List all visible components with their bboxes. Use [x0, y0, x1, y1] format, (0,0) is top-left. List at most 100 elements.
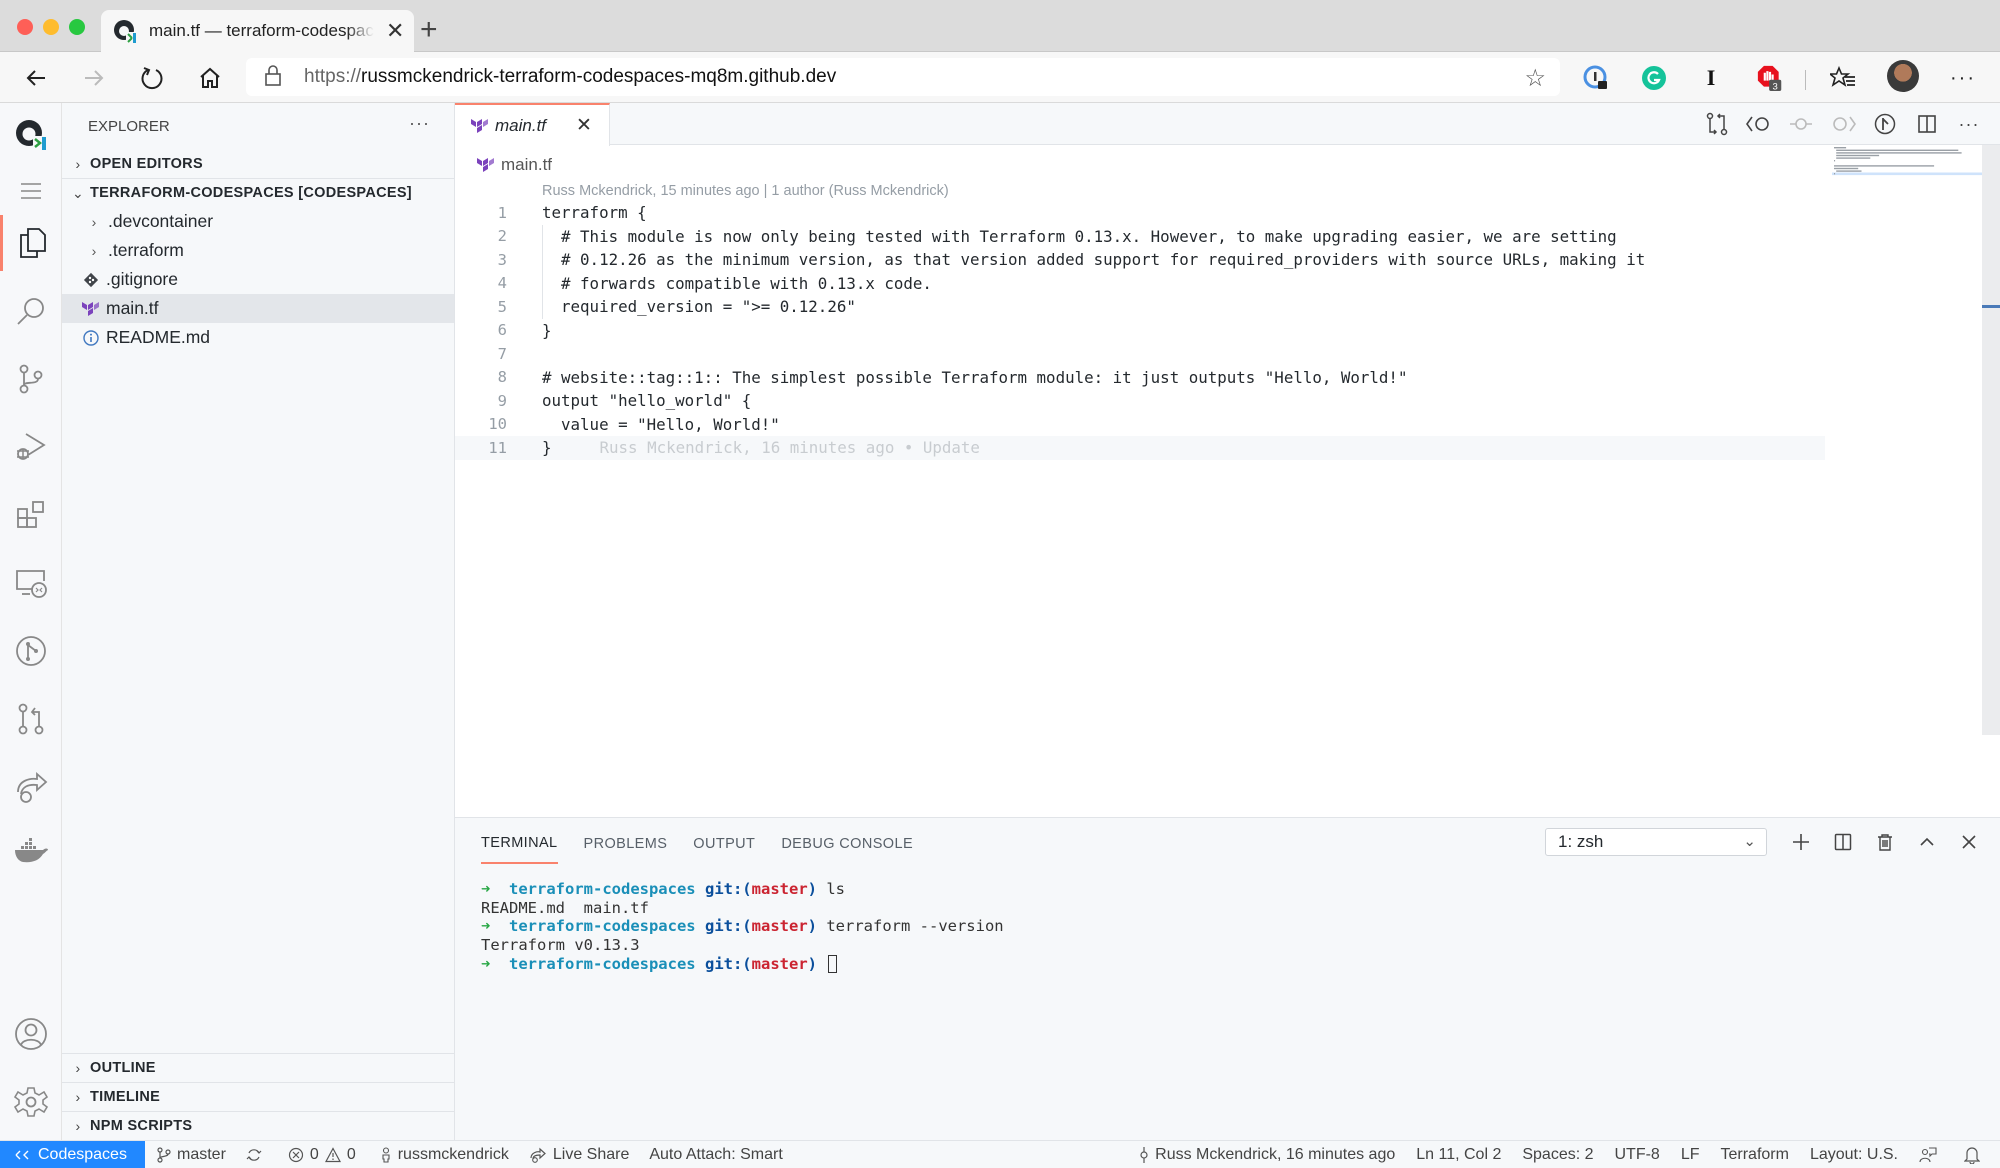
npm-scripts-section[interactable]: › NPM SCRIPTS [62, 1111, 454, 1140]
open-changes-icon[interactable] [1696, 111, 1738, 137]
breadcrumb-file[interactable]: main.tf [501, 155, 552, 175]
code-lines[interactable]: 1 terraform {2 # This module is now only … [455, 201, 1825, 460]
live-share-icon[interactable] [0, 759, 62, 815]
live-share-button[interactable]: Live Share [529, 1146, 629, 1164]
keyboard-layout[interactable]: Layout: U.S. [1810, 1146, 1898, 1164]
github-icon[interactable] [0, 623, 62, 679]
maximize-panel-button[interactable] [1906, 828, 1948, 856]
code-line[interactable]: 6} [455, 319, 1825, 343]
window-close-button[interactable] [17, 19, 33, 35]
lock-icon[interactable] [264, 64, 282, 91]
new-tab-button[interactable]: + [420, 13, 438, 47]
close-tab-icon[interactable]: ✕ [386, 18, 404, 44]
window-minimize-button[interactable] [43, 19, 59, 35]
home-button[interactable] [194, 62, 226, 94]
previous-revision-icon[interactable] [1738, 111, 1780, 137]
editor-tab-main-tf[interactable]: main.tf ✕ [455, 103, 610, 146]
back-button[interactable] [20, 62, 52, 94]
pull-requests-icon[interactable] [0, 691, 62, 747]
explorer-icon[interactable] [0, 215, 62, 271]
add-favorite-star-icon[interactable]: ☆ [1524, 64, 1546, 93]
code-line[interactable]: 3 # 0.12.26 as the minimum version, as t… [455, 248, 1825, 272]
code-line[interactable]: 1 terraform { [455, 201, 1825, 225]
problems-indicator[interactable]: 0 0 [288, 1146, 356, 1164]
tree-item-terraform-folder[interactable]: › .terraform [62, 236, 454, 265]
manage-gear-icon[interactable] [0, 1074, 62, 1130]
cursor-position[interactable]: Ln 11, Col 2 [1416, 1146, 1501, 1164]
kill-terminal-button[interactable] [1864, 828, 1906, 856]
tree-item-devcontainer[interactable]: › .devcontainer [62, 207, 454, 236]
source-control-icon[interactable] [0, 351, 62, 407]
code-line[interactable]: 11} Russ Mckendrick, 16 minutes ago • Upd… [455, 436, 1825, 460]
docker-icon[interactable] [0, 823, 62, 879]
editor-tab-bar: main.tf ✕ ··· [455, 103, 2000, 146]
tab-terminal[interactable]: TERMINAL [481, 832, 558, 864]
code-line[interactable]: 5 required_version = ">= 0.12.26" [455, 295, 1825, 319]
code-line[interactable]: 10 value = "Hello, World!" [455, 413, 1825, 437]
password-manager-icon[interactable] [1583, 65, 1609, 91]
close-editor-icon[interactable]: ✕ [576, 114, 592, 137]
editor-scrollbar[interactable] [1982, 145, 2000, 735]
tree-item-main-tf[interactable]: main.tf [62, 294, 454, 323]
extensions-icon[interactable] [0, 487, 62, 543]
notifications-button[interactable] [1964, 1146, 1986, 1164]
outline-section[interactable]: › OUTLINE [62, 1053, 454, 1082]
code-line[interactable]: 2 # This module is now only being tested… [455, 225, 1825, 249]
browser-menu-icon[interactable]: ··· [1950, 65, 1976, 91]
workspace-section[interactable]: ⌄ TERRAFORM-CODESPACES [CODESPACES] [62, 178, 454, 207]
new-terminal-button[interactable] [1780, 828, 1822, 856]
instapaper-icon[interactable]: I [1698, 65, 1724, 91]
adblock-icon[interactable]: 3 [1757, 65, 1783, 92]
terminal-output[interactable]: ➜ terraform-codespaces git:(master) ls RE… [481, 880, 1004, 973]
code-line[interactable]: 4 # forwards compatible with 0.13.x code… [455, 272, 1825, 296]
codespaces-logo-icon[interactable] [0, 107, 62, 163]
code-line[interactable]: 9 output "hello_world" { [455, 389, 1825, 413]
git-blame-codelens[interactable]: Russ Mckendrick, 15 minutes ago | 1 auth… [542, 183, 949, 199]
gitlens-icon[interactable] [1864, 111, 1906, 137]
window-maximize-button[interactable] [69, 19, 85, 35]
remote-explorer-icon[interactable] [0, 555, 62, 611]
minimap[interactable] [1832, 145, 1982, 245]
auto-attach-button[interactable]: Auto Attach: Smart [649, 1146, 782, 1164]
close-panel-button[interactable] [1948, 828, 1990, 856]
revision-icon[interactable] [1780, 111, 1822, 137]
forward-button[interactable] [78, 62, 110, 94]
end-of-line[interactable]: LF [1681, 1146, 1700, 1164]
more-actions-icon[interactable]: ··· [409, 113, 430, 134]
search-icon[interactable] [0, 283, 62, 339]
url-text[interactable]: https://russmckendrick-terraform-codespa… [304, 66, 836, 88]
grammarly-icon[interactable] [1641, 65, 1667, 91]
tab-output[interactable]: OUTPUT [693, 832, 755, 864]
github-user[interactable]: russmckendrick [380, 1146, 509, 1164]
next-revision-icon[interactable] [1822, 111, 1864, 137]
tab-problems[interactable]: PROBLEMS [584, 832, 668, 864]
branch-indicator[interactable]: master [157, 1146, 226, 1164]
more-actions-icon[interactable]: ··· [1948, 111, 1990, 137]
language-mode[interactable]: Terraform [1721, 1146, 1789, 1164]
accounts-icon[interactable] [0, 1006, 62, 1062]
remote-indicator[interactable]: Codespaces [0, 1140, 145, 1168]
timeline-section[interactable]: › TIMELINE [62, 1082, 454, 1111]
profile-avatar[interactable] [1887, 60, 1919, 92]
run-debug-icon[interactable] [0, 419, 62, 475]
feedback-button[interactable] [1919, 1146, 1943, 1164]
split-terminal-button[interactable] [1822, 828, 1864, 856]
favorites-icon[interactable] [1830, 65, 1856, 91]
open-editors-section[interactable]: › OPEN EDITORS [62, 149, 454, 178]
sync-button[interactable] [246, 1147, 268, 1163]
tab-debug-console[interactable]: DEBUG CONSOLE [781, 832, 913, 864]
menu-icon[interactable] [0, 163, 62, 219]
blame-indicator[interactable]: Russ Mckendrick, 16 minutes ago [1139, 1146, 1395, 1164]
breadcrumb[interactable]: main.tf [477, 155, 552, 175]
code-line[interactable]: 8 # website::tag::1:: The simplest possib… [455, 366, 1825, 390]
browser-tab[interactable]: main.tf — terraform-codespaces ✕ [101, 10, 414, 52]
indentation[interactable]: Spaces: 2 [1522, 1146, 1593, 1164]
terminal-select[interactable]: 1: zsh ⌄ [1545, 828, 1767, 856]
code-line[interactable]: 7 [455, 342, 1825, 366]
reload-button[interactable] [136, 62, 168, 94]
encoding[interactable]: UTF-8 [1615, 1146, 1660, 1164]
address-bar[interactable]: https://russmckendrick-terraform-codespa… [246, 58, 1560, 96]
split-editor-icon[interactable] [1906, 111, 1948, 137]
tree-item-gitignore[interactable]: .gitignore [62, 265, 454, 294]
tree-item-readme[interactable]: README.md [62, 323, 454, 352]
